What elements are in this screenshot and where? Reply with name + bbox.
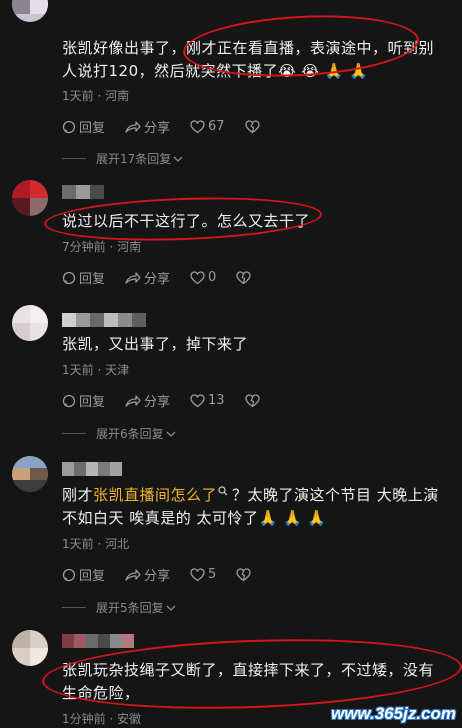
share-button[interactable]: 分享 [125, 565, 170, 584]
expand-replies[interactable]: 展开17条回复 [62, 150, 183, 167]
heart-icon [190, 393, 205, 407]
reply-label: 回复 [79, 395, 106, 410]
share-icon [125, 568, 141, 581]
share-icon [125, 394, 141, 407]
broken-heart-icon [244, 393, 260, 407]
reply-button[interactable]: 回复 [62, 565, 105, 584]
reply-icon [62, 394, 76, 407]
heart-icon [190, 270, 205, 284]
comment-meta: 1分钟前 · 安徽 [62, 712, 142, 726]
share-label: 分享 [144, 569, 171, 584]
comment-meta: 1天前 · 天津 [62, 363, 130, 377]
comment-text: 刚才张凯直播间怎么了 ？太晚了演这个节目 大晚上演不如白天 唉真是的 太可怜了🙏 … [62, 484, 448, 530]
chevron-down-icon [173, 156, 183, 162]
username-redacted [62, 633, 134, 648]
dislike-button[interactable] [236, 270, 254, 285]
chevron-down-icon [166, 605, 176, 611]
like-count: 67 [208, 119, 225, 134]
like-count: 13 [208, 393, 225, 408]
divider [62, 607, 86, 608]
avatar[interactable] [12, 0, 48, 22]
like-button[interactable]: 5 [190, 567, 216, 582]
comment-text-prefix: 刚才 [62, 486, 94, 504]
divider [62, 158, 86, 159]
broken-heart-icon [244, 119, 260, 133]
share-button[interactable]: 分享 [125, 391, 170, 410]
reply-icon [62, 120, 76, 133]
reply-label: 回复 [79, 272, 106, 287]
share-button[interactable]: 分享 [125, 268, 170, 287]
comment-text: 张凯玩杂技绳子又断了，直接摔下来了，不过矮，没有生命危险， [62, 661, 435, 702]
like-button[interactable]: 67 [190, 119, 225, 134]
expand-label: 展开17条回复 [96, 152, 172, 166]
reply-button[interactable]: 回复 [62, 391, 105, 410]
search-icon[interactable] [218, 486, 228, 496]
broken-heart-icon [236, 567, 251, 581]
dislike-button[interactable] [244, 119, 263, 134]
share-label: 分享 [144, 121, 171, 136]
like-count: 5 [208, 567, 217, 582]
avatar[interactable] [12, 456, 48, 492]
share-button[interactable]: 分享 [125, 117, 170, 136]
like-button[interactable]: 0 [190, 270, 216, 285]
avatar[interactable] [12, 180, 48, 216]
comment-meta: 1天前 · 河南 [62, 89, 130, 103]
comment-text: 张凯，又出事了，掉下来了 [62, 335, 249, 353]
comment-meta: 7分钟前 · 河南 [62, 240, 142, 254]
comment-text: 张凯好像出事了，刚才正在看直播，表演途中，听到别人说打120，然后就突然下播了😭… [62, 39, 435, 80]
watermark: www.365jz.com [330, 704, 456, 723]
reply-label: 回复 [79, 121, 106, 136]
expand-label: 展开5条回复 [96, 601, 164, 615]
share-icon [125, 120, 141, 133]
comment-actions: 回复 分享 0 [62, 268, 274, 287]
chevron-down-icon [166, 431, 176, 437]
share-label: 分享 [144, 272, 171, 287]
heart-icon [190, 567, 205, 581]
like-count: 0 [208, 270, 217, 285]
like-button[interactable]: 13 [190, 393, 225, 408]
comment-meta: 1天前 · 河北 [62, 537, 130, 551]
share-icon [125, 271, 141, 284]
dislike-button[interactable] [236, 567, 254, 582]
username-redacted [62, 461, 122, 476]
expand-label: 展开6条回复 [96, 427, 164, 441]
broken-heart-icon [236, 270, 251, 284]
username-redacted [62, 184, 104, 199]
comment-text: 说过以后不干这行了。怎么又去干了 [62, 212, 311, 230]
expand-replies[interactable]: 展开6条回复 [62, 425, 176, 442]
username-redacted [62, 312, 146, 327]
reply-icon [62, 568, 76, 581]
expand-replies[interactable]: 展开5条回复 [62, 599, 176, 616]
reply-button[interactable]: 回复 [62, 268, 105, 287]
divider [62, 433, 86, 434]
search-keyword-link[interactable]: 张凯直播间怎么了 [93, 486, 217, 504]
reply-label: 回复 [79, 569, 106, 584]
avatar[interactable] [12, 305, 48, 341]
reply-icon [62, 271, 76, 284]
comment-actions: 回复 分享 67 [62, 117, 283, 136]
comment-actions: 回复 分享 13 [62, 391, 283, 410]
avatar[interactable] [12, 630, 48, 666]
comment-actions: 回复 分享 5 [62, 565, 274, 584]
share-label: 分享 [144, 395, 171, 410]
reply-button[interactable]: 回复 [62, 117, 105, 136]
dislike-button[interactable] [244, 393, 263, 408]
heart-icon [190, 119, 205, 133]
